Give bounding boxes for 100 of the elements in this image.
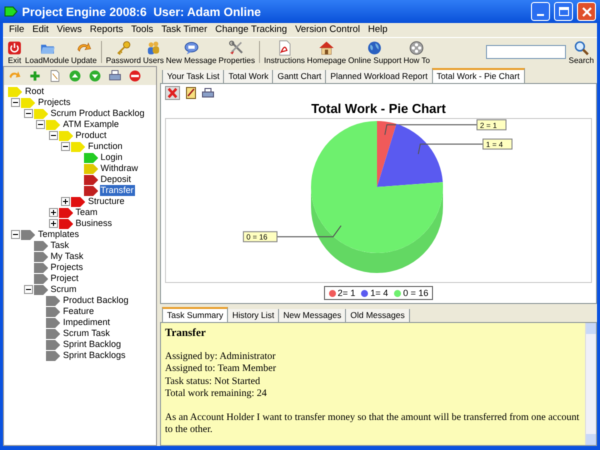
tree-item[interactable]: Deposit bbox=[100, 174, 132, 185]
tab[interactable]: Task Summary bbox=[162, 307, 228, 322]
legend-label: 0 = 16 bbox=[403, 287, 428, 299]
add-icon[interactable] bbox=[28, 69, 42, 83]
tab[interactable]: Your Task List bbox=[162, 70, 224, 83]
power-icon bbox=[6, 40, 23, 56]
printer-icon[interactable] bbox=[108, 69, 122, 83]
tree-item[interactable]: Impediment bbox=[62, 317, 112, 328]
tree-item[interactable]: Scrum Task bbox=[62, 328, 111, 339]
tab[interactable]: Total Work - Pie Chart bbox=[432, 68, 525, 83]
toolbar-button[interactable]: Password bbox=[104, 38, 142, 66]
collapse-icon[interactable] bbox=[48, 131, 58, 140]
tree-item[interactable]: Product bbox=[74, 130, 108, 141]
tab[interactable]: History List bbox=[227, 309, 280, 322]
close-icon bbox=[582, 6, 592, 16]
tree-item[interactable]: Root bbox=[24, 86, 46, 97]
tree-item[interactable]: Function bbox=[87, 141, 124, 152]
film-reel-icon bbox=[408, 40, 426, 56]
printer-icon[interactable] bbox=[202, 88, 214, 98]
menu-item[interactable]: Help bbox=[364, 24, 392, 36]
tree-item[interactable]: Product Backlog bbox=[62, 295, 130, 306]
task-detail: Total work remaining: 24 bbox=[165, 388, 268, 400]
tab[interactable]: Total Work bbox=[223, 70, 274, 83]
no-entry-icon[interactable] bbox=[128, 69, 142, 83]
document-icon[interactable] bbox=[48, 69, 62, 83]
tree-item[interactable]: Withdraw bbox=[100, 163, 140, 174]
tree-item[interactable]: Structure bbox=[87, 196, 126, 207]
tag-icon bbox=[4, 6, 18, 17]
tree-item[interactable]: Login bbox=[100, 152, 124, 163]
tab[interactable]: Old Messages bbox=[345, 309, 410, 322]
tab[interactable]: Gantt Chart bbox=[272, 70, 326, 83]
search-icon bbox=[572, 40, 590, 56]
collapse-icon[interactable] bbox=[24, 285, 32, 294]
collapse-icon[interactable] bbox=[24, 109, 32, 118]
tree-item[interactable]: Team bbox=[74, 207, 99, 218]
scrollbar[interactable] bbox=[585, 323, 596, 445]
up-icon[interactable] bbox=[68, 69, 82, 83]
legend-label: 1= 4 bbox=[370, 287, 388, 299]
delete-icon[interactable] bbox=[165, 86, 180, 100]
menu-item[interactable]: File bbox=[5, 24, 28, 36]
legend-label: 2= 1 bbox=[338, 287, 356, 299]
menu-item[interactable]: Task Timer bbox=[157, 24, 212, 36]
tree-item[interactable]: Sprint Backlogs bbox=[62, 350, 127, 361]
key-icon bbox=[114, 40, 132, 56]
toolbar-button[interactable]: Exit bbox=[5, 38, 24, 66]
menu-item[interactable]: Reports bbox=[86, 24, 128, 36]
toolbar-button[interactable]: Instructions bbox=[263, 38, 306, 66]
tree-item[interactable]: Sprint Backlog bbox=[62, 339, 122, 350]
down-icon[interactable] bbox=[88, 69, 102, 83]
maximize-button[interactable] bbox=[554, 2, 573, 21]
collapse-icon[interactable] bbox=[11, 98, 20, 107]
tree-item[interactable]: My Task bbox=[50, 251, 84, 262]
tree-item[interactable]: Projects bbox=[50, 262, 84, 273]
task-description: As an Account Holder I want to transfer money so that the amount will be transferred from one account to the other. bbox=[165, 412, 580, 436]
tree-item[interactable]: Scrum Product Backlog bbox=[50, 108, 146, 119]
menu-item[interactable]: Version Control bbox=[291, 24, 364, 36]
tab[interactable]: Planned Workload Report bbox=[325, 70, 433, 83]
tab[interactable]: New Messages bbox=[278, 309, 346, 322]
menu-item[interactable]: Tools bbox=[127, 24, 158, 36]
collapse-icon[interactable] bbox=[36, 120, 45, 129]
tree-item[interactable]: Scrum bbox=[50, 284, 78, 295]
toolbar-button[interactable]: Users bbox=[142, 38, 165, 66]
tree-item[interactable]: Project bbox=[50, 273, 80, 284]
chart-title: Total Work - Pie Chart bbox=[310, 101, 447, 117]
house-icon bbox=[318, 40, 335, 56]
toolbar-button[interactable]: Online Support bbox=[347, 38, 402, 66]
search-field[interactable] bbox=[486, 45, 566, 59]
tree-item[interactable]: Business bbox=[74, 218, 114, 229]
tree-item[interactable]: Feature bbox=[62, 306, 96, 317]
speech-bubble-icon bbox=[182, 40, 200, 56]
close-button[interactable] bbox=[577, 2, 596, 21]
task-detail: Assigned to: Team Member bbox=[165, 363, 278, 376]
tree-item[interactable]: Task bbox=[50, 240, 70, 251]
menu-item[interactable]: Edit bbox=[28, 24, 53, 36]
toolbar-button[interactable]: Properties bbox=[218, 38, 256, 66]
edit-icon[interactable] bbox=[186, 87, 196, 99]
task-detail: Assigned by: Administrator bbox=[165, 350, 277, 363]
globe-icon bbox=[366, 40, 384, 56]
toolbar-button[interactable]: Homepage bbox=[306, 38, 348, 66]
toolbar-button[interactable]: Update bbox=[70, 38, 98, 66]
toolbar-button[interactable]: New Message bbox=[164, 38, 218, 66]
tree-item[interactable]: Templates bbox=[37, 229, 80, 240]
task-title: Transfer bbox=[165, 327, 207, 340]
menu-item[interactable]: Change Tracking bbox=[211, 24, 292, 36]
tree-item[interactable]: ATM Example bbox=[62, 119, 120, 130]
expand-icon[interactable] bbox=[48, 219, 58, 228]
tree-item[interactable]: Projects bbox=[37, 97, 72, 108]
expand-icon[interactable] bbox=[61, 197, 70, 206]
tree-item[interactable]: Transfer bbox=[100, 185, 135, 196]
task-detail: Task status: Not Started bbox=[165, 376, 262, 388]
window-title: Project Engine 2008:6 User: Adam Online bbox=[22, 4, 261, 20]
tools-icon bbox=[228, 40, 246, 56]
minimize-button[interactable] bbox=[531, 2, 550, 21]
collapse-icon[interactable] bbox=[61, 142, 70, 151]
collapse-icon[interactable] bbox=[11, 230, 20, 239]
search-button[interactable]: Search bbox=[568, 38, 595, 66]
menu-item[interactable]: Views bbox=[52, 24, 86, 36]
toolbar-button[interactable]: How To bbox=[402, 38, 431, 66]
expand-icon[interactable] bbox=[48, 208, 58, 217]
toolbar-button[interactable]: LoadModule bbox=[24, 38, 70, 66]
